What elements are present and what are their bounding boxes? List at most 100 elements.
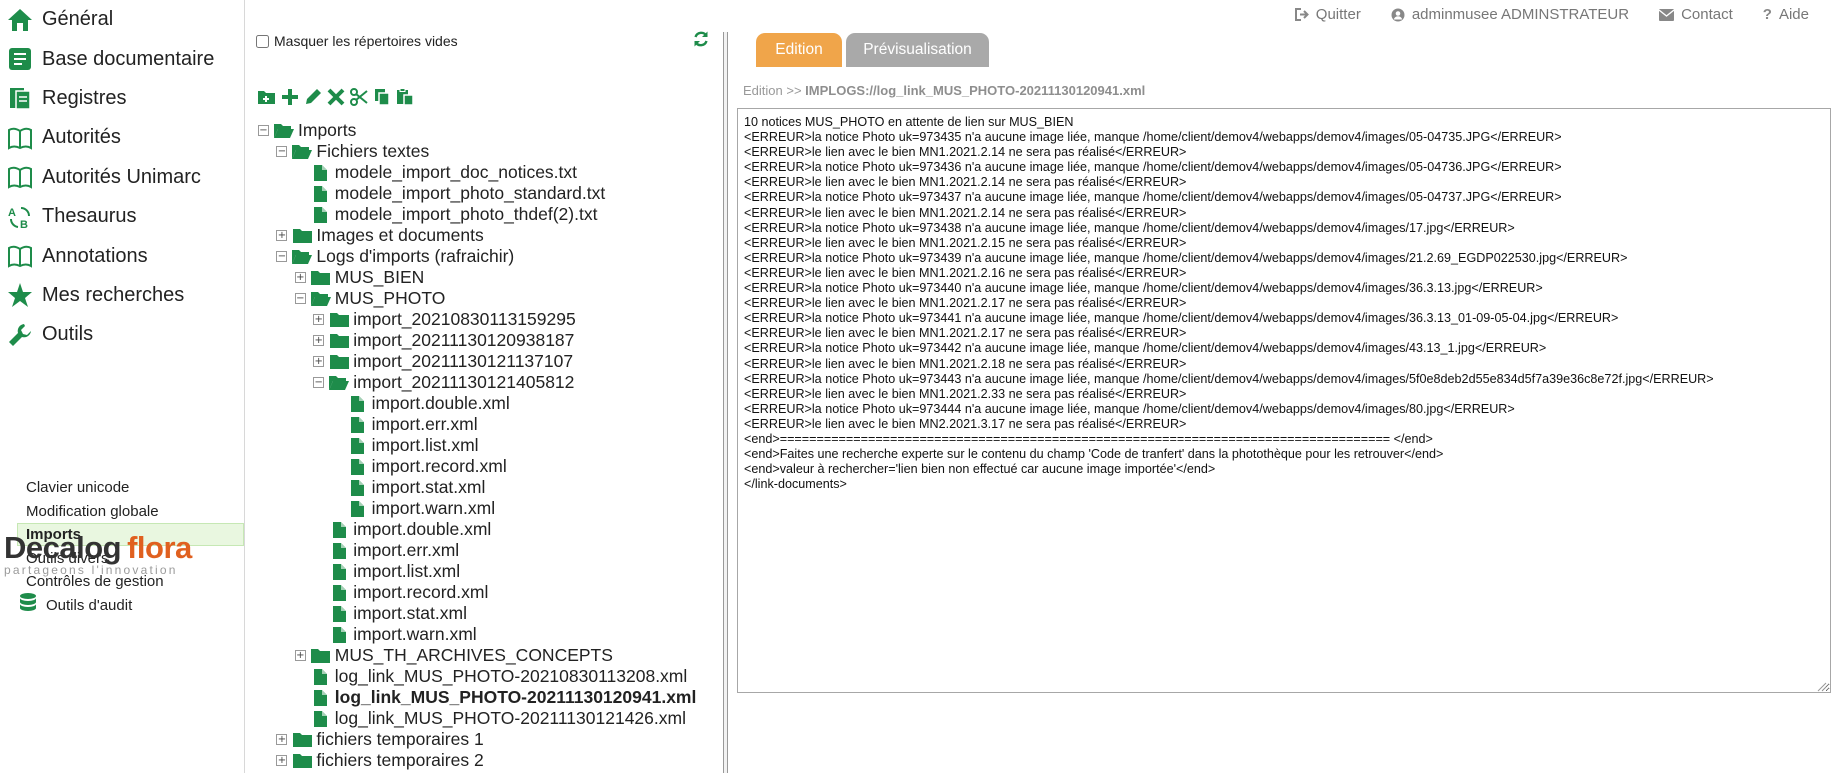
nav-item-base-documentaire[interactable]: Base documentaire [0, 39, 244, 78]
tree-file-item[interactable]: modele_import_photo_standard.txt [258, 183, 723, 204]
submenu-item-clavier-unicode[interactable]: Clavier unicode [0, 476, 244, 500]
nav-item-autorit-s-unimarc[interactable]: Autorités Unimarc [0, 158, 244, 197]
topbar-link-contact[interactable]: Contact [1659, 6, 1733, 23]
expand-toggle-icon[interactable]: + [294, 650, 306, 661]
topbar-link-label: Quitter [1315, 6, 1361, 23]
tree-folder-item[interactable]: + import_20210830113159295 [258, 309, 723, 330]
folder-open-icon [310, 290, 331, 307]
tree-file-item[interactable]: import.err.xml [258, 540, 723, 561]
edit-icon[interactable] [303, 87, 322, 107]
expand-toggle-icon[interactable]: + [294, 272, 306, 283]
add-icon[interactable] [280, 87, 299, 107]
tree-folder-item[interactable]: + import_20211130120938187 [258, 330, 723, 351]
tree-file-item[interactable]: import.stat.xml [258, 477, 723, 498]
tree-folder-item[interactable]: + import_20211130121137107 [258, 351, 723, 372]
submenu-item-outils-d-audit[interactable]: Outils d'audit [0, 593, 244, 617]
tree-item-label: import_20211130121405812 [353, 372, 575, 392]
tree-folder-item[interactable]: − Imports [258, 120, 723, 141]
nav-item-label: Registres [42, 86, 127, 109]
tab-preview[interactable]: Prévisualisation [846, 33, 989, 67]
copy-icon[interactable] [372, 87, 391, 107]
folder-icon [292, 227, 312, 244]
tree-folder-item[interactable]: + fichiers temporaires 2 [258, 750, 723, 771]
tree-file-item[interactable]: import.record.xml [258, 456, 723, 477]
submenu-item-modification-globale[interactable]: Modification globale [0, 499, 244, 523]
tree-file-item[interactable]: log_link_MUS_PHOTO-20210830113208.xml [258, 666, 723, 687]
tree-item-label: import.record.xml [353, 582, 489, 602]
nav-item-mes-recherches[interactable]: Mes recherches [0, 276, 244, 315]
tree-file-item[interactable]: import.list.xml [258, 561, 723, 582]
tree-folder-item[interactable]: − Logs d'imports (rafraichir) [258, 246, 723, 267]
tree-file-item[interactable]: import.record.xml [258, 582, 723, 603]
nav-item-g-n-ral[interactable]: Général [0, 0, 244, 39]
refresh-icon[interactable] [692, 30, 710, 48]
tree-file-item[interactable]: import.double.xml [258, 519, 723, 540]
tab-edition[interactable]: Edition [756, 33, 842, 67]
file-icon [329, 563, 349, 580]
star-icon [6, 281, 34, 309]
editor-panel: Quitter adminmusee ADMINSTRATEUR Contact ? A… [729, 0, 1834, 773]
nav-item-autorit-s[interactable]: Autorités [0, 118, 244, 157]
registers-icon [6, 84, 34, 112]
file-icon [329, 542, 349, 559]
collapse-toggle-icon[interactable]: − [258, 125, 269, 136]
tree-file-item[interactable]: log_link_MUS_PHOTO-20211130120941.xml [258, 687, 723, 708]
collapse-toggle-icon[interactable]: − [294, 293, 306, 304]
tree-file-item[interactable]: import.stat.xml [258, 603, 723, 624]
expand-toggle-icon[interactable]: + [276, 734, 288, 745]
hide-empty-dirs-checkbox[interactable] [256, 34, 269, 48]
expand-toggle-icon[interactable]: + [276, 230, 288, 241]
collapse-toggle-icon[interactable]: − [276, 146, 288, 157]
topbar-link-quitter[interactable]: Quitter [1294, 6, 1361, 23]
expand-toggle-icon[interactable]: + [276, 755, 288, 766]
collapse-toggle-icon[interactable]: − [313, 377, 325, 388]
file-icon [348, 437, 368, 454]
decalog-flora-logo: Decalog flora partageons l'innovation [4, 532, 224, 582]
file-icon [329, 584, 349, 601]
expand-toggle-icon[interactable]: + [313, 314, 325, 325]
new-folder-icon[interactable] [257, 87, 276, 107]
cut-icon[interactable] [349, 87, 368, 107]
tree-item-label: Imports [298, 120, 357, 140]
file-icon [329, 521, 349, 538]
tree-folder-item[interactable]: + MUS_BIEN [258, 267, 723, 288]
hide-empty-dirs-option[interactable]: Masquer les répertoires vides [256, 33, 458, 49]
tree-item-label: fichiers temporaires 1 [316, 729, 484, 749]
tree-file-item[interactable]: import.err.xml [258, 414, 723, 435]
delete-icon[interactable] [326, 87, 345, 107]
panel-splitter[interactable] [723, 32, 728, 773]
tree-file-item[interactable]: modele_import_doc_notices.txt [258, 162, 723, 183]
tree-file-item[interactable]: import.warn.xml [258, 498, 723, 519]
logo-text-decalog: Decalog [4, 530, 122, 565]
file-icon [311, 689, 331, 706]
topbar-link-aide[interactable]: ? Aide [1763, 6, 1809, 23]
tree-file-item[interactable]: import.list.xml [258, 435, 723, 456]
tree-file-item[interactable]: log_link_MUS_PHOTO-20211130121426.xml [258, 708, 723, 729]
collapse-toggle-icon[interactable]: − [276, 251, 288, 262]
file-content-editor[interactable]: 10 notices MUS_PHOTO en attente de lien … [737, 108, 1831, 693]
nav-item-thesaurus[interactable]: A B Thesaurus [0, 197, 244, 236]
nav-item-outils[interactable]: Outils [0, 315, 244, 354]
tree-folder-item[interactable]: − Fichiers textes [258, 141, 723, 162]
tree-file-item[interactable]: modele_import_photo_thdef(2).txt [258, 204, 723, 225]
main-menu: Général Base documentaire Registres Autorit… [0, 0, 244, 355]
tree-item-label: modele_import_doc_notices.txt [334, 162, 578, 182]
topbar-link-adminmusee[interactable]: adminmusee ADMINSTRATEUR [1391, 6, 1629, 23]
tree-folder-item[interactable]: + MUS_TH_ARCHIVES_CONCEPTS [258, 645, 723, 666]
nav-item-annotations[interactable]: Annotations [0, 236, 244, 275]
question-icon: ? [1762, 6, 1772, 23]
expand-toggle-icon[interactable]: + [313, 335, 325, 346]
tree-folder-item[interactable]: + fichiers temporaires 1 [258, 729, 723, 750]
tree-folder-item[interactable]: + Images et documents [258, 225, 723, 246]
nav-item-registres[interactable]: Registres [0, 79, 244, 118]
tree-folder-item[interactable]: − MUS_PHOTO [258, 288, 723, 309]
tree-file-item[interactable]: import.warn.xml [258, 624, 723, 645]
paste-icon[interactable] [395, 87, 414, 107]
expand-toggle-icon[interactable]: + [313, 356, 325, 367]
resize-handle-icon[interactable] [1817, 679, 1827, 692]
folder-open-icon [292, 143, 313, 160]
tree-item-label: modele_import_photo_standard.txt [334, 183, 606, 203]
tree-folder-item[interactable]: − import_20211130121405812 [258, 372, 723, 393]
file-icon [348, 500, 368, 517]
tree-file-item[interactable]: import.double.xml [258, 393, 723, 414]
